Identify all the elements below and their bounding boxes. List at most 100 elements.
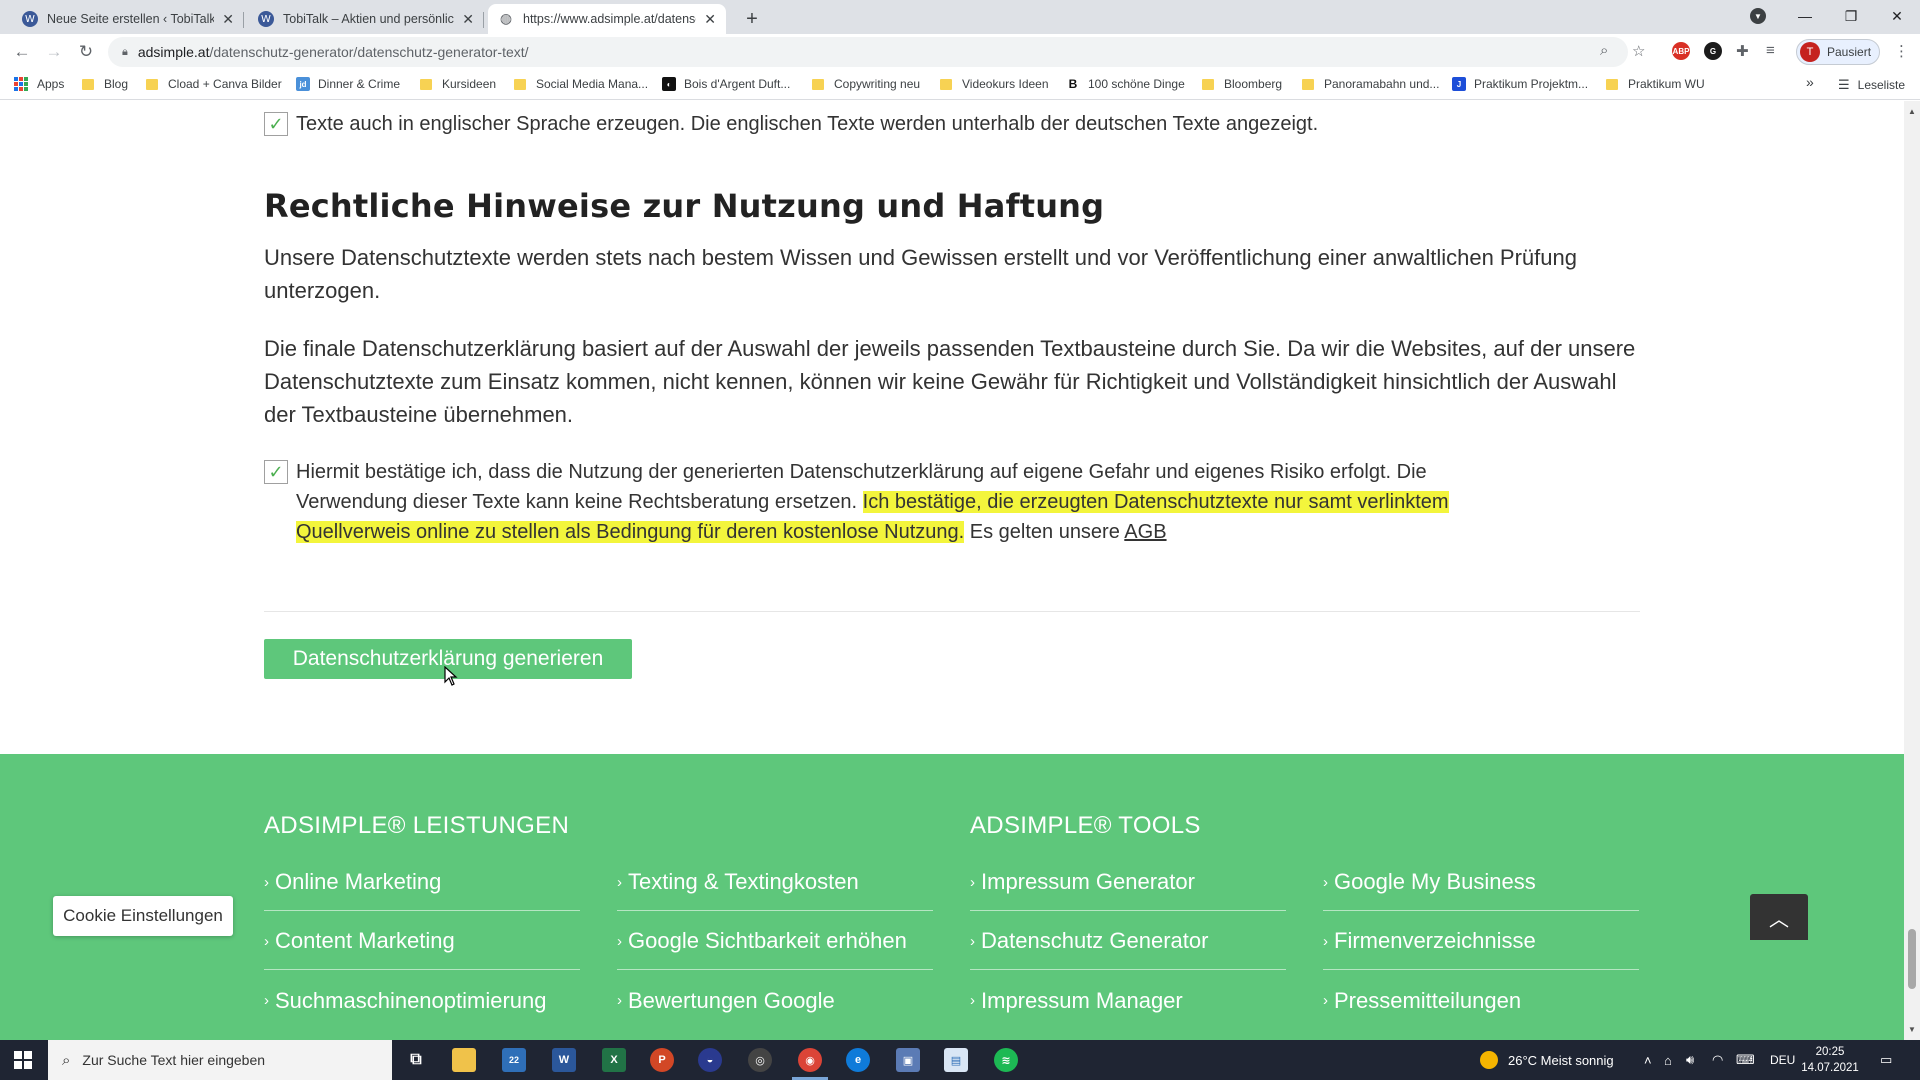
spotify-icon[interactable]: ≋	[994, 1048, 1018, 1072]
footer-link-label: Content Marketing	[275, 928, 455, 953]
volume-icon[interactable]: 🔊︎	[1686, 1040, 1694, 1080]
bookmark-cload-canva[interactable]: Cload + Canva Bilder	[146, 77, 282, 91]
zoom-icon[interactable]: ⌕	[1600, 42, 1608, 59]
footer-link-google-my-business[interactable]: › Google My Business	[1323, 852, 1639, 911]
address-bar[interactable]: 🔒︎ adsimple.at/datenschutz-generator/dat…	[108, 37, 1628, 67]
grammarly-extension-icon[interactable]: G	[1704, 42, 1722, 60]
tab-search-icon[interactable]: ▼	[1750, 8, 1766, 24]
footer-link-label: Pressemitteilungen	[1334, 987, 1522, 1013]
footer-link-seo[interactable]: › Suchmaschinenoptimierung	[264, 970, 580, 1029]
bookmark-label: 100 schöne Dinge	[1088, 77, 1185, 91]
back-button[interactable]: ←	[8, 38, 36, 66]
scroll-up-icon[interactable]: ▲	[1908, 107, 1916, 116]
browser-tab-3-active[interactable]: ◍ https://www.adsimple.at/datensc ✕	[488, 4, 726, 34]
notepad-icon[interactable]: ▤	[944, 1048, 968, 1072]
english-text-option[interactable]: ✓ Texte auch in englischer Sprache erzeu…	[264, 109, 1664, 139]
close-tab-icon[interactable]: ✕	[462, 11, 474, 28]
bookmark-star-icon[interactable]: ☆	[1632, 42, 1645, 60]
confirm-checkbox[interactable]: ✓	[264, 460, 288, 484]
keyboard-icon[interactable]: ⌨	[1736, 1040, 1755, 1080]
edge-icon[interactable]: e	[846, 1048, 870, 1072]
bookmark-copywriting[interactable]: Copywriting neu	[812, 77, 920, 91]
cookie-settings-button[interactable]: Cookie Einstellungen	[53, 896, 233, 936]
bookmark-100-dinge[interactable]: B 100 schöne Dinge	[1066, 77, 1185, 91]
notifications-icon[interactable]: ▭	[1880, 1040, 1892, 1080]
browser-menu-icon[interactable]: ⋮	[1894, 42, 1909, 60]
restore-window-button[interactable]: ❐	[1828, 0, 1874, 32]
legal-paragraph-1: Unsere Datenschutztexte werden stets nac…	[264, 245, 1577, 303]
footer-link-impressum-generator[interactable]: › Impressum Generator	[970, 852, 1286, 911]
word-icon[interactable]: W	[552, 1048, 576, 1072]
reading-list-button[interactable]: ☰ Leseliste	[1838, 77, 1905, 93]
footer-link-datenschutz-generator[interactable]: › Datenschutz Generator	[970, 911, 1286, 970]
weather-widget[interactable]: 26°C Meist sonnig	[1480, 1040, 1614, 1080]
browser-tab-strip: W Neue Seite erstellen ‹ TobiTalk — ✕ W …	[0, 0, 1920, 34]
footer-link-label: Suchmaschinenoptimierung	[275, 987, 547, 1013]
task-view-icon[interactable]: ⧉	[404, 1048, 428, 1072]
scroll-to-top-button[interactable]: ︿	[1750, 894, 1808, 940]
powerpoint-icon[interactable]: P	[650, 1048, 674, 1072]
obs-icon[interactable]: ◎	[748, 1048, 772, 1072]
browser-tab-1[interactable]: W Neue Seite erstellen ‹ TobiTalk — ✕	[12, 4, 244, 34]
scroll-down-icon[interactable]: ▼	[1908, 1025, 1916, 1034]
page-scrollbar[interactable]: ▲ ▼	[1904, 101, 1920, 1040]
reload-button[interactable]: ↻	[72, 38, 100, 66]
footer-link-label: Texting & Textingkosten	[628, 869, 859, 894]
close-tab-icon[interactable]: ✕	[222, 11, 234, 28]
browser-tab-2[interactable]: W TobiTalk – Aktien und persönliche ✕	[248, 4, 484, 34]
bookmark-dinner-crime[interactable]: jd Dinner & Crime	[296, 77, 400, 91]
adblock-extension-icon[interactable]: ABP	[1672, 42, 1690, 60]
bookmark-bois-dargent[interactable]: ◐ Bois d'Argent Duft...	[662, 77, 790, 91]
app-window-icon[interactable]: ▣	[896, 1048, 920, 1072]
app-icon[interactable]: ◒	[698, 1048, 722, 1072]
taskbar-search-input[interactable]: ⌕ Zur Suche Text hier eingeben	[48, 1040, 392, 1080]
bookmark-panoramabahn[interactable]: Panoramabahn und...	[1302, 77, 1439, 91]
footer-link-texting[interactable]: › Texting & Textingkosten	[617, 852, 933, 911]
footer-link-bewertungen[interactable]: › Bewertungen Google	[617, 970, 933, 1029]
confirm-option[interactable]: ✓ Hiermit bestätige ich, dass die Nutzun…	[264, 457, 1464, 547]
language-indicator[interactable]: DEU	[1770, 1040, 1795, 1080]
scrollbar-thumb[interactable]	[1908, 929, 1916, 989]
clock-date: 14.07.2021	[1801, 1062, 1859, 1074]
new-tab-button[interactable]: +	[738, 5, 766, 33]
english-checkbox[interactable]: ✓	[264, 112, 288, 136]
footer-link-online-marketing[interactable]: › Online Marketing	[264, 852, 580, 911]
close-window-button[interactable]: ✕	[1874, 0, 1920, 32]
file-explorer-icon[interactable]	[452, 1048, 476, 1072]
footer-link-pressemitteilungen[interactable]: › Pressemitteilungen	[1323, 970, 1639, 1029]
tray-chevron-icon[interactable]: ˄	[1644, 1040, 1652, 1080]
site-footer: ADSIMPLE® LEISTUNGEN ADSIMPLE® TOOLS › On…	[0, 754, 1904, 1040]
taskbar-clock[interactable]: 20:25 14.07.2021	[1800, 1044, 1860, 1076]
close-tab-icon[interactable]: ✕	[704, 11, 716, 28]
web-page: ✓ Texte auch in englischer Sprache erzeu…	[0, 101, 1904, 1040]
more-bookmarks-button[interactable]: »	[1806, 74, 1814, 90]
footer-link-content-marketing[interactable]: › Content Marketing	[264, 911, 580, 970]
footer-link-impressum-manager[interactable]: › Impressum Manager	[970, 970, 1286, 1029]
profile-status: Pausiert	[1827, 45, 1872, 59]
minimize-window-button[interactable]: —	[1782, 0, 1828, 32]
bookmark-blog[interactable]: Blog	[82, 77, 128, 91]
mail-icon[interactable]: 22	[502, 1048, 526, 1072]
bookmark-videokurs[interactable]: Videokurs Ideen	[940, 77, 1049, 91]
bookmark-social-media[interactable]: Social Media Mana...	[514, 77, 648, 91]
media-control-icon[interactable]: ≡	[1766, 42, 1775, 59]
windows-start-icon[interactable]	[14, 1051, 32, 1069]
bookmark-kursideen[interactable]: Kursideen	[420, 77, 496, 91]
bookmark-apps[interactable]: Apps	[14, 77, 64, 91]
chrome-icon[interactable]: ◉	[798, 1048, 822, 1072]
bookmark-bloomberg[interactable]: Bloomberg	[1202, 77, 1282, 91]
excel-icon[interactable]: X	[602, 1048, 626, 1072]
forward-button[interactable]: →	[40, 38, 68, 66]
chevron-right-icon: ›	[264, 873, 269, 891]
profile-button[interactable]: T Pausiert	[1796, 39, 1880, 65]
footer-link-google-sichtbarkeit[interactable]: › Google Sichtbarkeit erhöhen	[617, 911, 933, 970]
folder-icon	[1202, 78, 1214, 90]
agb-link[interactable]: AGB	[1124, 521, 1166, 543]
extensions-puzzle-icon[interactable]: ✚	[1736, 42, 1749, 60]
footer-link-firmenverzeichnisse[interactable]: › Firmenverzeichnisse	[1323, 911, 1639, 970]
wifi-icon[interactable]: ◠	[1712, 1040, 1723, 1080]
bookmark-praktikum-wu[interactable]: Praktikum WU	[1606, 77, 1705, 91]
network-icon[interactable]: ⌂	[1664, 1040, 1672, 1080]
globe-icon: ◍	[499, 11, 513, 27]
bookmark-praktikum-projektm[interactable]: J Praktikum Projektm...	[1452, 77, 1588, 91]
